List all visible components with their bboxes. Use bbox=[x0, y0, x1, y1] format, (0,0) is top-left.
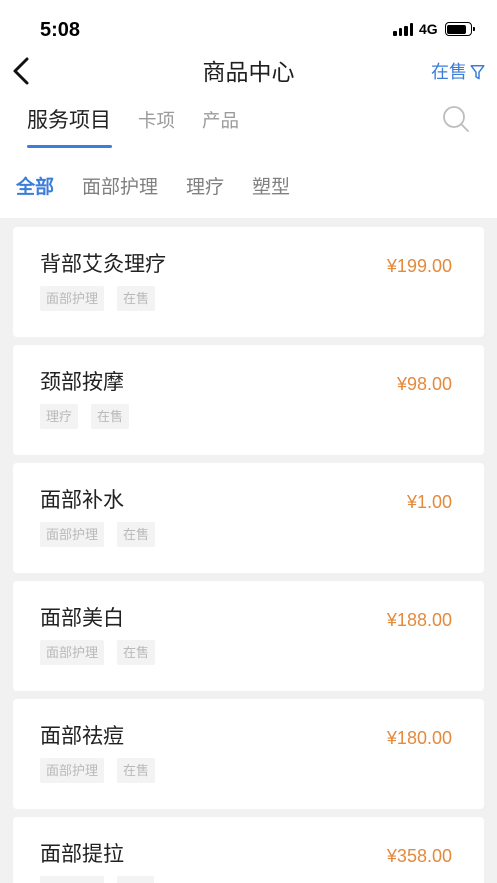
category-body-shaping[interactable]: 塑型 bbox=[252, 176, 290, 200]
status-time: 5:08 bbox=[40, 19, 81, 41]
category-tag: 面部护理 bbox=[40, 758, 105, 783]
product-name: 面部祛痘 bbox=[40, 725, 124, 748]
category-physiotherapy[interactable]: 理疗 bbox=[186, 176, 224, 200]
status-tag: 在售 bbox=[117, 522, 156, 547]
product-card[interactable]: 面部提拉 ¥358.00 bbox=[13, 817, 484, 883]
category-tag: 面部护理 bbox=[40, 640, 105, 665]
status-filter-label: 在售 bbox=[431, 62, 467, 82]
category-facial-care[interactable]: 面部护理 bbox=[82, 176, 158, 200]
tab-products[interactable]: 产品 bbox=[202, 109, 239, 133]
search-icon[interactable] bbox=[442, 105, 470, 133]
nav-bar: 商品中心 在售 bbox=[0, 50, 497, 96]
status-tag: 在售 bbox=[117, 640, 156, 665]
signal-bar bbox=[409, 23, 413, 36]
tab-services[interactable]: 服务项目 bbox=[27, 109, 111, 133]
product-card[interactable]: 面部美白 ¥188.00 面部护理 在售 bbox=[13, 581, 484, 691]
product-tags: 面部护理 在售 bbox=[40, 286, 156, 311]
product-card[interactable]: 背部艾灸理疗 ¥199.00 面部护理 在售 bbox=[13, 227, 484, 337]
product-name: 背部艾灸理疗 bbox=[40, 253, 166, 276]
signal-bar bbox=[398, 28, 402, 36]
cellular-signal-icon bbox=[393, 23, 413, 36]
battery-icon bbox=[444, 22, 476, 36]
category-filter-bar: 全部 面部护理 理疗 塑型 bbox=[16, 176, 290, 200]
status-indicators: 4G bbox=[393, 21, 476, 37]
product-tags: 理疗 在售 bbox=[40, 404, 130, 429]
product-tags: 面部护理 在售 bbox=[40, 758, 156, 783]
battery-level bbox=[447, 24, 466, 34]
product-tags: 面部护理 在售 bbox=[40, 640, 156, 665]
product-card[interactable]: 面部祛痘 ¥180.00 面部护理 在售 bbox=[13, 699, 484, 809]
category-tag: 理疗 bbox=[40, 404, 79, 429]
product-price: ¥1.00 bbox=[406, 492, 452, 512]
signal-bar bbox=[404, 25, 408, 36]
tab-cards[interactable]: 卡项 bbox=[138, 109, 175, 133]
page-title: 商品中心 bbox=[202, 59, 295, 85]
product-price: ¥98.00 bbox=[396, 374, 452, 394]
product-tags: 面部护理 在售 bbox=[40, 522, 156, 547]
status-filter-button[interactable]: 在售 bbox=[431, 61, 485, 83]
status-tag: 在售 bbox=[117, 286, 156, 311]
status-tag bbox=[117, 876, 154, 883]
product-name: 面部提拉 bbox=[40, 843, 124, 866]
status-tag: 在售 bbox=[117, 758, 156, 783]
category-tag: 面部护理 bbox=[40, 522, 105, 547]
network-type: 4G bbox=[419, 21, 438, 37]
category-tag: 面部护理 bbox=[40, 286, 105, 311]
product-tags bbox=[40, 876, 154, 883]
active-tab-indicator bbox=[27, 145, 112, 148]
status-tag: 在售 bbox=[91, 404, 130, 429]
product-price: ¥188.00 bbox=[386, 610, 452, 630]
product-price: ¥199.00 bbox=[386, 256, 452, 276]
category-tag bbox=[40, 876, 104, 883]
product-card[interactable]: 颈部按摩 ¥98.00 理疗 在售 bbox=[13, 345, 484, 455]
product-list-area: 背部艾灸理疗 ¥199.00 面部护理 在售 颈部按摩 ¥98.00 理疗 在售… bbox=[0, 218, 497, 883]
product-name: 颈部按摩 bbox=[40, 371, 124, 394]
product-card[interactable]: 面部补水 ¥1.00 面部护理 在售 bbox=[13, 463, 484, 573]
product-name: 面部美白 bbox=[40, 607, 124, 630]
status-bar: 5:08 4G bbox=[0, 0, 497, 50]
tab-bar: 服务项目 卡项 产品 bbox=[27, 109, 239, 133]
category-all[interactable]: 全部 bbox=[16, 176, 54, 200]
signal-bar bbox=[393, 30, 397, 36]
product-list: 背部艾灸理疗 ¥199.00 面部护理 在售 颈部按摩 ¥98.00 理疗 在售… bbox=[13, 227, 484, 883]
funnel-icon bbox=[470, 64, 485, 80]
product-price: ¥180.00 bbox=[386, 728, 452, 748]
product-name: 面部补水 bbox=[40, 489, 124, 512]
product-price: ¥358.00 bbox=[386, 846, 452, 866]
